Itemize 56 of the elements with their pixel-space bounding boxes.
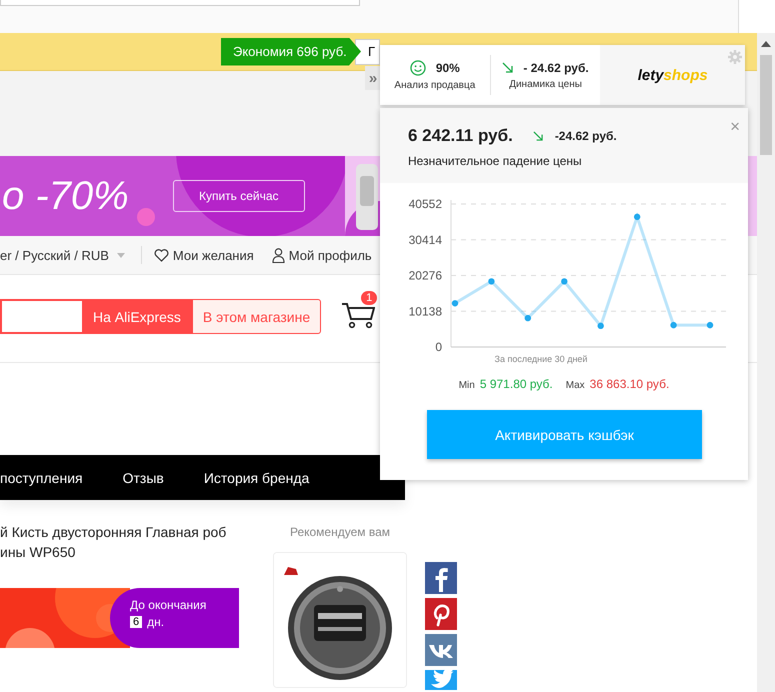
sale-headline: о -70% bbox=[2, 174, 129, 218]
x-axis-label: За последние 30 дней bbox=[494, 354, 588, 364]
price-verdict: Незначительное падение цены bbox=[408, 154, 583, 168]
y-tick-label: 20276 bbox=[408, 268, 442, 282]
profile-link[interactable]: Мой профиль bbox=[288, 248, 372, 262]
stat-label: Анализ продавца bbox=[394, 80, 476, 90]
y-tick-label: 10138 bbox=[408, 304, 442, 318]
expand-button[interactable]: » bbox=[365, 66, 381, 90]
data-point bbox=[561, 278, 568, 285]
days-counter: 6 bbox=[130, 616, 142, 628]
days-unit: дн. bbox=[147, 615, 164, 629]
store-tab[interactable]: Отзыв bbox=[122, 470, 164, 486]
arrow-down-right-icon bbox=[532, 131, 543, 141]
y-tick-label: 30414 bbox=[408, 232, 442, 247]
scroll-up-icon[interactable] bbox=[761, 41, 771, 47]
store-tab[interactable]: поступления bbox=[0, 470, 83, 486]
arrow-down-right-icon bbox=[502, 62, 514, 73]
data-point bbox=[524, 314, 532, 322]
y-tick-label: 0 bbox=[435, 340, 442, 354]
twitter-share-icon[interactable] bbox=[425, 670, 457, 690]
store-tab[interactable]: История бренда bbox=[204, 470, 310, 486]
wishlist-link[interactable]: Мои желания bbox=[172, 248, 254, 262]
data-point bbox=[488, 278, 495, 285]
user-icon bbox=[272, 248, 285, 262]
max-price: 36 863.10 руб. bbox=[590, 377, 670, 391]
vk-share-icon[interactable] bbox=[425, 634, 457, 666]
caret-icon bbox=[116, 252, 125, 258]
facebook-share-icon[interactable] bbox=[425, 562, 457, 594]
data-point bbox=[670, 322, 677, 328]
locale-selector[interactable]: er / Русский / RUB bbox=[0, 248, 109, 262]
toolbar-field[interactable]: Г bbox=[355, 38, 380, 64]
y-tick-label: 40552 bbox=[408, 197, 442, 211]
pinterest-share-icon[interactable] bbox=[425, 598, 457, 630]
price-change: -24.62 руб. bbox=[554, 129, 617, 143]
section-heading: Рекомендуем вам bbox=[288, 525, 392, 541]
cart-badge: 1 bbox=[361, 291, 378, 305]
buy-now-button[interactable]: Купить сейчас bbox=[172, 180, 305, 212]
current-price: 6 242.11 руб. bbox=[408, 126, 513, 146]
product-title: й Кисть двусторонняя Главная роб ины WP650 bbox=[0, 523, 228, 562]
min-label: Min bbox=[458, 380, 475, 391]
promo-label: До окончания bbox=[130, 598, 208, 612]
address-field[interactable] bbox=[0, 0, 360, 6]
scrollbar-thumb[interactable] bbox=[760, 55, 772, 155]
stat-label: Динамика цены bbox=[509, 78, 582, 90]
data-point bbox=[452, 300, 458, 306]
data-point bbox=[706, 322, 714, 328]
savings-tag: Экономия 696 руб. bbox=[221, 38, 361, 66]
data-point bbox=[634, 214, 640, 220]
stat-value: 90% bbox=[436, 60, 460, 74]
heart-icon bbox=[154, 248, 169, 262]
data-point bbox=[598, 322, 604, 330]
stat-value: - 24.62 руб. bbox=[523, 60, 589, 74]
max-label: Max bbox=[566, 380, 585, 391]
min-price: 5 971.80 руб. bbox=[480, 377, 553, 391]
smiley-icon bbox=[410, 60, 426, 76]
letyshops-logo: letyshops bbox=[638, 66, 708, 84]
